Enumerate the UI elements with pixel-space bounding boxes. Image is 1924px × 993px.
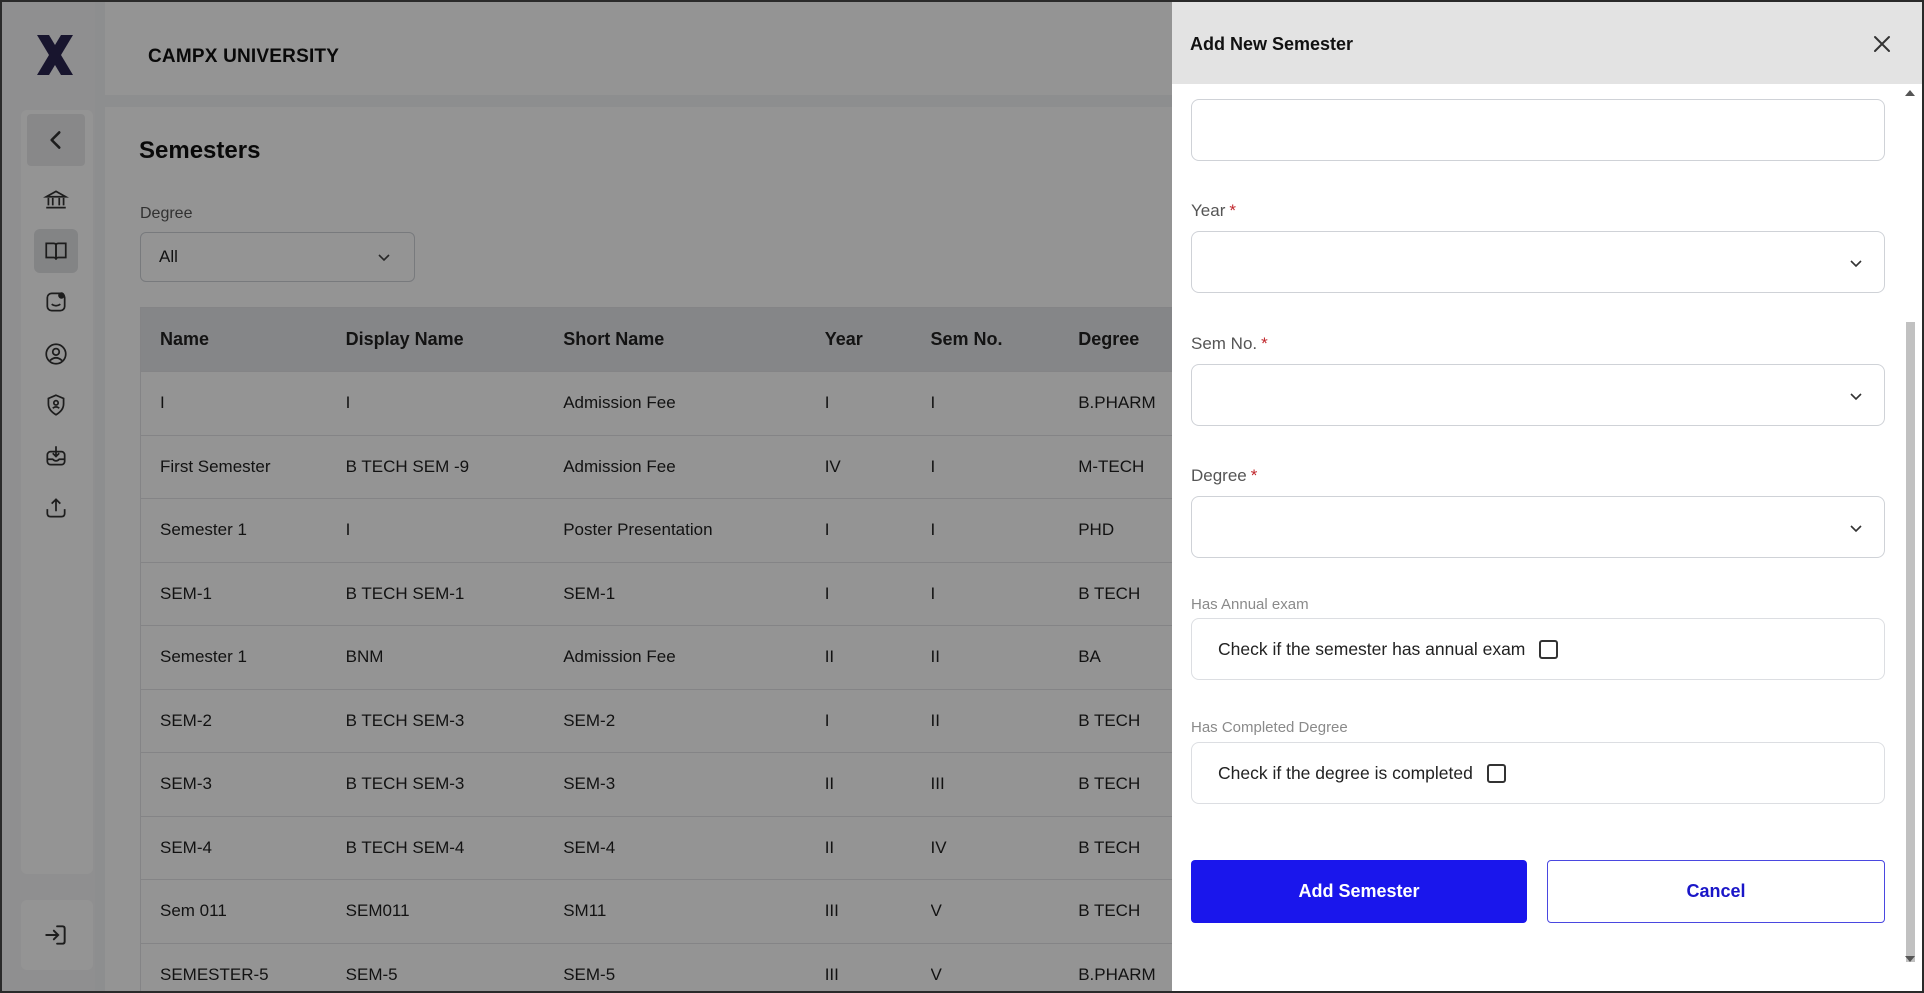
required-mark: *	[1229, 201, 1236, 220]
completed-degree-checkbox[interactable]	[1486, 763, 1506, 783]
scroll-up-arrow[interactable]	[1905, 90, 1915, 96]
drawer-scrollbar[interactable]	[1904, 86, 1916, 966]
sem-no-select[interactable]	[1191, 364, 1885, 426]
scroll-thumb[interactable]	[1906, 322, 1915, 962]
degree-select[interactable]	[1191, 496, 1885, 558]
chevron-down-icon	[1850, 260, 1862, 268]
annual-exam-checkbox[interactable]	[1539, 639, 1559, 659]
annual-exam-text: Check if the semester has annual exam	[1218, 638, 1526, 659]
modal-backdrop[interactable]	[2, 2, 1174, 991]
cancel-button[interactable]: Cancel	[1547, 860, 1885, 923]
year-select[interactable]	[1191, 231, 1885, 293]
degree-label: Degree *	[1191, 466, 1258, 485]
add-semester-button[interactable]: Add Semester	[1191, 860, 1527, 923]
sem-no-label: Sem No. *	[1191, 334, 1268, 353]
close-icon[interactable]	[1870, 32, 1894, 56]
drawer-header: Add New Semester	[1172, 2, 1922, 84]
scroll-down-arrow[interactable]	[1905, 956, 1915, 962]
annual-exam-option[interactable]: Check if the semester has annual exam	[1191, 618, 1885, 680]
annual-exam-label: Has Annual exam	[1191, 596, 1309, 613]
completed-degree-option[interactable]: Check if the degree is completed	[1191, 742, 1885, 804]
completed-degree-label: Has Completed Degree	[1191, 719, 1348, 736]
required-mark: *	[1261, 334, 1268, 353]
year-label: Year *	[1191, 201, 1236, 220]
completed-degree-text: Check if the degree is completed	[1218, 762, 1473, 783]
add-semester-drawer: Short Name Year* Sem No.* Degree* Has An…	[1172, 0, 1924, 993]
short-name-input[interactable]	[1191, 99, 1885, 161]
required-mark: *	[1250, 466, 1258, 485]
drawer-title: Add New Semester	[1190, 34, 1354, 54]
chevron-down-icon	[1850, 525, 1862, 533]
chevron-down-icon	[1850, 393, 1862, 401]
